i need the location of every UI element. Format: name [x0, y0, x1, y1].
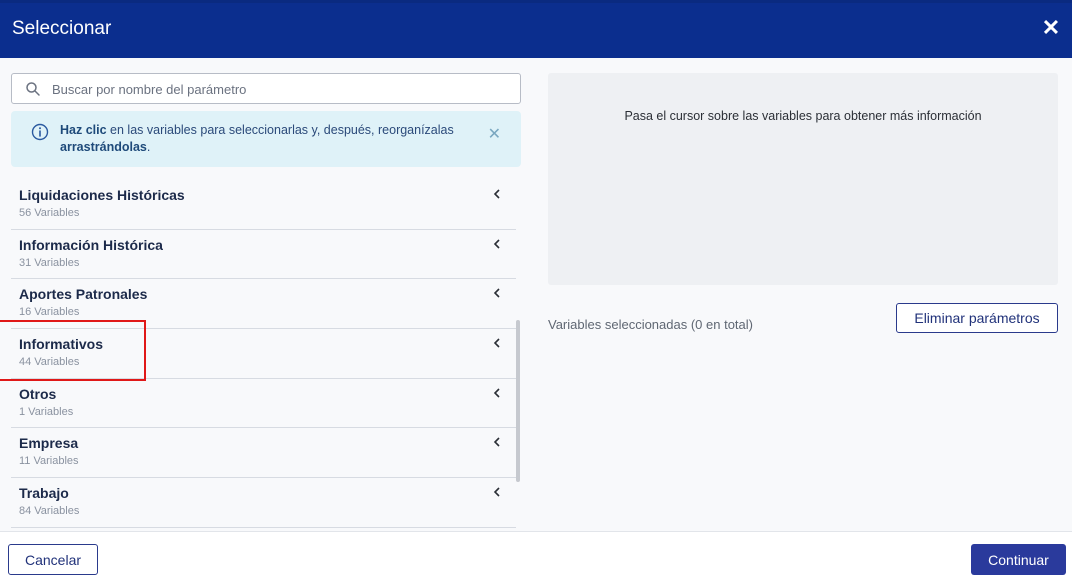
category-count: 31 Variables — [19, 256, 80, 269]
selected-count-label: Variables seleccionadas (0 en total) — [548, 317, 753, 332]
category-item[interactable]: Liquidaciones Históricas 56 Variables — [11, 180, 516, 230]
category-item[interactable]: Informativos 44 Variables — [11, 329, 516, 379]
search-input[interactable] — [52, 78, 512, 100]
dialog-title: Seleccionar — [12, 18, 112, 39]
scrollbar-thumb[interactable] — [516, 320, 520, 482]
category-list: Liquidaciones Históricas 56 Variables In… — [11, 180, 516, 530]
preview-message: Pasa el cursor sobre las variables para … — [624, 109, 982, 123]
category-name: Liquidaciones Históricas — [19, 187, 185, 203]
chevron-left-icon[interactable] — [492, 287, 502, 299]
category-item[interactable]: Trabajo 84 Variables — [11, 478, 516, 528]
category-item[interactable]: Información Histórica 31 Variables — [11, 230, 516, 280]
category-item[interactable]: Otros 1 Variables — [11, 379, 516, 429]
category-name: Otros — [19, 385, 57, 402]
info-middle: en las variables para seleccionarlas y, … — [106, 123, 454, 137]
dismiss-icon[interactable]: ✕ — [488, 124, 501, 144]
close-icon[interactable]: ✕ — [1040, 17, 1062, 39]
category-item[interactable]: Empresa 11 Variables — [11, 428, 516, 479]
category-name: Aportes Patronales — [19, 286, 148, 303]
chevron-left-icon[interactable] — [492, 188, 502, 200]
category-count: 56 Variables — [19, 207, 80, 219]
remove-parameters-button[interactable]: Eliminar parámetros — [896, 303, 1058, 333]
category-name: Empresa — [19, 435, 79, 452]
info-end: . — [146, 140, 151, 154]
continue-button[interactable]: Continuar — [971, 544, 1066, 575]
info-text: Haz clic en las variables para seleccion… — [60, 122, 480, 156]
chevron-left-icon[interactable] — [492, 238, 502, 250]
dialog-body: Haz clic en las variables para seleccion… — [0, 58, 1072, 531]
header-top-strip — [0, 0, 1072, 3]
chevron-left-icon[interactable] — [492, 436, 502, 448]
search-icon — [26, 82, 40, 96]
list-scrollbar[interactable] — [515, 180, 521, 530]
category-name: Trabajo — [19, 485, 69, 502]
chevron-left-icon[interactable] — [492, 337, 502, 349]
category-count: 84 Variables — [19, 505, 80, 518]
category-name: Informativos — [19, 336, 104, 353]
cancel-button[interactable]: Cancelar — [8, 544, 98, 575]
category-count: 1 Variables — [19, 405, 74, 418]
chevron-left-icon[interactable] — [492, 387, 502, 399]
info-bold-end: arrastrándolas — [60, 140, 147, 154]
category-item[interactable]: Aportes Patronales 16 Variables — [11, 279, 516, 330]
info-banner: Haz clic en las variables para seleccion… — [11, 111, 521, 167]
dialog-header: Seleccionar ✕ — [0, 0, 1072, 58]
category-name: Información Histórica — [19, 236, 163, 253]
preview-panel: Pasa el cursor sobre las variables para … — [548, 73, 1058, 285]
chevron-left-icon[interactable] — [492, 486, 502, 498]
info-bold-start: Haz clic — [60, 123, 107, 137]
category-count: 16 Variables — [19, 306, 80, 319]
category-count: 44 Variables — [19, 356, 80, 369]
dialog-footer: Cancelar Continuar — [0, 531, 1072, 579]
info-icon — [31, 123, 49, 141]
category-count: 11 Variables — [19, 455, 79, 468]
search-box[interactable] — [11, 73, 521, 104]
